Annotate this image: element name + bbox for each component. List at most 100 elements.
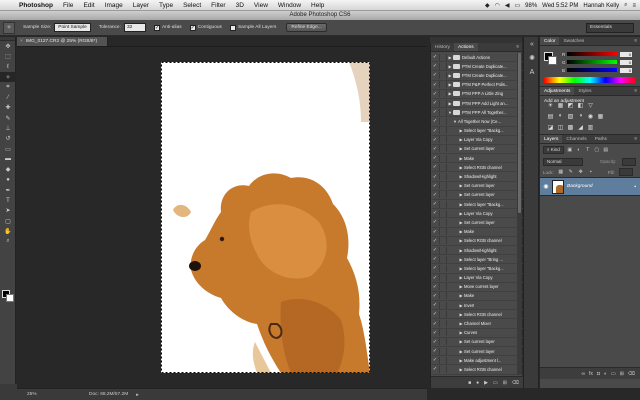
slider-track[interactable] (567, 52, 617, 56)
lock-position-icon[interactable]: ✥ (578, 169, 584, 175)
adjustment-preset-icon[interactable]: ◢ (576, 123, 585, 131)
action-toggle-check-icon[interactable]: ✓ (431, 137, 439, 143)
adjustment-preset-icon[interactable]: ▤ (546, 112, 555, 120)
blend-mode-select[interactable]: Normal (543, 157, 583, 166)
menu-filter[interactable]: Filter (206, 2, 230, 9)
action-toggle-check-icon[interactable]: ✓ (431, 54, 439, 60)
adjustment-preset-icon[interactable]: ◧ (576, 101, 585, 109)
slider-track[interactable] (567, 60, 617, 64)
new-set-icon[interactable]: ▭ (493, 380, 498, 386)
blur-tool-icon[interactable]: ◆ (0, 165, 16, 175)
healing-brush-tool-icon[interactable]: ✚ (0, 103, 16, 113)
action-toggle-check-icon[interactable]: ✓ (431, 302, 439, 308)
pixel-filter-icon[interactable]: ▣ (567, 147, 573, 153)
adjustment-preset-icon[interactable]: ◪ (546, 123, 555, 131)
document-tab[interactable]: × IMG_0127.CR2 @ 25% (RGB/8*) (17, 37, 109, 46)
fx-icon[interactable]: fx (589, 371, 593, 377)
slider-value[interactable]: 0 (620, 51, 632, 57)
dialog-toggle[interactable] (439, 310, 447, 318)
dialog-toggle[interactable] (439, 301, 447, 309)
refine-edge-button[interactable]: Refine Edge... (286, 23, 327, 32)
slider-value[interactable]: 0 (620, 67, 632, 73)
action-toggle-check-icon[interactable]: ✓ (431, 247, 439, 253)
action-toggle-check-icon[interactable]: ✓ (431, 229, 439, 235)
action-toggle-check-icon[interactable]: ✓ (431, 128, 439, 134)
menu-image[interactable]: Image (100, 2, 128, 9)
action-step[interactable]: ✓ ▶ Select layer "Backg... (431, 264, 523, 274)
record-icon[interactable]: ● (476, 380, 479, 386)
action-toggle-check-icon[interactable]: ✓ (431, 72, 439, 78)
action-item[interactable]: ✓ ▼ All Together Now (Ce... (431, 117, 523, 127)
workspace-switcher[interactable]: Essentials (586, 23, 634, 33)
action-toggle-check-icon[interactable]: ✓ (431, 311, 439, 317)
dodge-tool-icon[interactable]: ● (0, 175, 16, 185)
dialog-toggle[interactable] (439, 71, 447, 79)
dialog-toggle[interactable] (439, 356, 447, 364)
hand-tool-icon[interactable]: ✋ (0, 226, 16, 236)
action-step[interactable]: ✓ ▶ Make (431, 228, 523, 237)
action-set[interactable]: ✓ ▶ PTM PPP Add Light an... (431, 99, 523, 109)
menu-file[interactable]: File (58, 2, 78, 9)
dialog-toggle[interactable] (439, 274, 447, 282)
character-panel-icon[interactable]: A (524, 65, 540, 79)
dialog-toggle[interactable] (439, 136, 447, 144)
layer-name[interactable]: Background (567, 184, 593, 189)
dialog-toggle[interactable] (439, 173, 447, 181)
action-toggle-check-icon[interactable]: ✓ (431, 321, 439, 327)
mask-icon[interactable]: ◘ (597, 371, 600, 377)
menu-select[interactable]: Select (178, 2, 206, 9)
contiguous-checkbox[interactable]: ✓ Contiguous (189, 24, 222, 31)
tab-paths[interactable]: Paths (591, 135, 611, 143)
action-step[interactable]: ✓ ▶ Channel Mixer (431, 319, 523, 329)
action-toggle-check-icon[interactable]: ✓ (431, 146, 439, 152)
dialog-toggle[interactable] (439, 264, 447, 272)
action-toggle-check-icon[interactable]: ✓ (431, 339, 439, 345)
dialog-toggle[interactable] (439, 255, 447, 263)
action-toggle-check-icon[interactable]: ✓ (431, 256, 439, 262)
action-step[interactable]: ✓ ▶ Select RGB channel (431, 365, 523, 375)
dialog-toggle[interactable] (439, 365, 447, 373)
shape-filter-icon[interactable]: ▢ (594, 147, 600, 153)
menu-user[interactable]: Hannah Kelly (583, 3, 619, 9)
layer-kind-filter[interactable]: ⌕ Kind (543, 146, 564, 154)
dialog-toggle[interactable] (439, 145, 447, 153)
action-step[interactable]: ✓ ▶ Select RGB channel (431, 310, 523, 320)
action-set[interactable]: ✓ ▶ PTM Create Duplicate... (431, 71, 523, 81)
action-step[interactable]: ✓ ▶ Set current layer (431, 218, 523, 228)
action-toggle-check-icon[interactable]: ✓ (431, 366, 439, 372)
tab-swatches[interactable]: Swatches (559, 37, 588, 45)
adjustment-preset-icon[interactable]: ◩ (566, 101, 575, 109)
tab-actions[interactable]: Actions (453, 43, 478, 51)
pen-tool-icon[interactable]: ✒ (0, 185, 16, 195)
menu-clock[interactable]: Wed 5:52 PM (542, 3, 578, 9)
dialog-toggle[interactable] (439, 246, 447, 254)
action-step[interactable]: ✓ ▶ Set current layer (431, 338, 523, 347)
slider-track[interactable] (567, 68, 617, 72)
color-panel-menu-icon[interactable]: ≡ (631, 37, 640, 45)
action-toggle-check-icon[interactable]: ✓ (431, 357, 439, 363)
layer-visibility-eye-icon[interactable]: ◉ (540, 183, 552, 190)
action-step[interactable]: ✓ ▶ Invert (431, 301, 523, 311)
lasso-tool-icon[interactable]: ℓ (0, 62, 16, 72)
clone-stamp-tool-icon[interactable]: ⊥ (0, 123, 16, 133)
tab-adjustments[interactable]: Adjustments (540, 87, 575, 95)
gradient-tool-icon[interactable]: ▬ (0, 154, 16, 164)
action-step[interactable]: ✓ ▶ Move current layer (431, 283, 523, 292)
adjustment-preset-icon[interactable] (606, 101, 615, 109)
adjustment-filter-icon[interactable]: ◐ (576, 147, 582, 153)
action-step[interactable]: ✓ ▶ Set current layer (431, 191, 523, 200)
actions-panel-menu-icon[interactable]: ≡ (513, 43, 522, 51)
sample-all-layers-checkbox[interactable]: Sample All Layers (229, 24, 276, 31)
menu-app-name[interactable]: Photoshop (14, 2, 58, 9)
action-set[interactable]: ✓ ▶ PTM P&P Perfect Polis... (431, 81, 523, 90)
lock-pixels-icon[interactable]: ✎ (568, 169, 574, 175)
shape-tool-icon[interactable]: ▢ (0, 216, 16, 226)
adjustment-preset-icon[interactable] (606, 123, 615, 131)
tab-history[interactable]: History (431, 43, 454, 51)
close-document-icon[interactable]: × (20, 39, 23, 44)
action-step[interactable]: ✓ ▶ Set current layer (431, 145, 523, 155)
actions-scrollbar-thumb[interactable] (518, 53, 521, 213)
adjustment-preset-icon[interactable]: ◑ (576, 112, 585, 120)
slider-value[interactable]: 0 (620, 59, 632, 65)
dialog-toggle[interactable] (439, 53, 447, 61)
